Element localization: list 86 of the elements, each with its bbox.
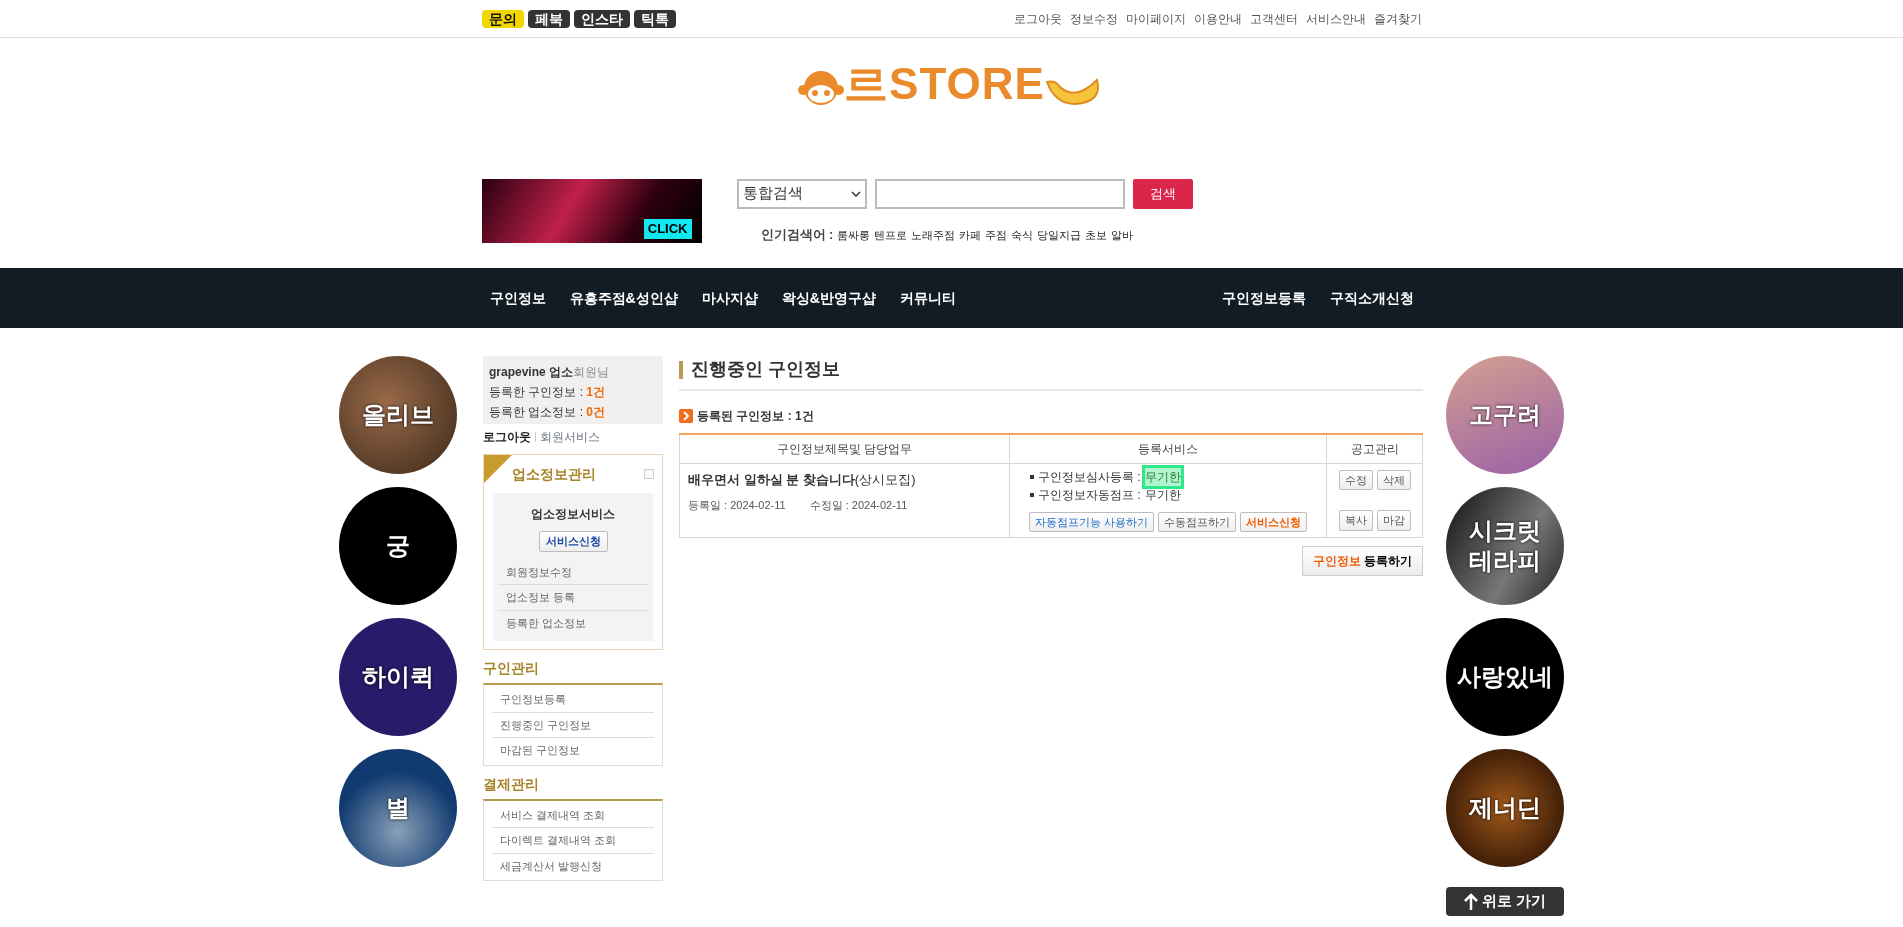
popular-term[interactable]: 주점 xyxy=(985,226,1008,243)
action-button[interactable]: 수정 xyxy=(1338,469,1373,490)
nav-link[interactable]: 왁싱&반영구샵 xyxy=(781,287,876,309)
banner-circle[interactable]: 시크릿 테라피 xyxy=(1446,487,1564,605)
arrow-up-icon xyxy=(1463,892,1478,911)
social-button[interactable]: 페북 xyxy=(527,9,570,28)
action-button[interactable]: 복사 xyxy=(1338,510,1373,531)
top-link[interactable]: 서비스안내 xyxy=(1305,9,1366,28)
panel-title: 업소정보관리 xyxy=(512,464,596,484)
popular-term[interactable]: 알바 xyxy=(1111,226,1134,243)
search-button[interactable]: 검색 xyxy=(1132,178,1193,209)
sidebar-item[interactable]: 등록한 업소정보 xyxy=(498,610,648,635)
section-title: 구인관리 xyxy=(483,659,540,678)
popular-term[interactable]: 당일지급 xyxy=(1037,226,1082,243)
service-button[interactable]: 자동점프기능 사용하기 xyxy=(1028,511,1155,532)
sidebar-item[interactable]: 업소정보 등록 xyxy=(498,585,648,611)
register-button[interactable]: 구인정보 등록하기 xyxy=(1301,545,1423,576)
toggle-icon[interactable] xyxy=(644,469,654,479)
sidebar-item[interactable]: 다이렉트 결제내역 조회 xyxy=(492,828,654,854)
popular-term[interactable]: 룸싸롱 xyxy=(837,226,871,243)
sidebar-item[interactable]: 세금계산서 발행신청 xyxy=(492,853,654,878)
top-link[interactable]: 정보수정 xyxy=(1069,9,1118,28)
banner-circle[interactable]: 하이퀵 xyxy=(339,618,457,736)
category-select[interactable]: 통합검색 xyxy=(736,178,867,209)
ad-banner[interactable]: CLICK xyxy=(481,178,702,243)
service-value: 무기한 xyxy=(1144,467,1181,486)
title-bar-icon xyxy=(679,360,683,379)
date-text: 등록일 : 2024-02-11 xyxy=(688,498,786,513)
popular-term[interactable]: 텐프로 xyxy=(874,226,908,243)
banner-circle[interactable]: 제너딘 xyxy=(1446,749,1564,867)
nav-link[interactable]: 커뮤니티 xyxy=(899,287,956,309)
member-service-link[interactable]: 회원서비스 xyxy=(540,428,600,446)
panel-subtitle: 업소정보서비스 xyxy=(530,506,616,523)
count-label: 등록된 구인정보 : 1건 xyxy=(697,408,814,425)
nav-link[interactable]: 마사지샵 xyxy=(701,287,758,309)
banner-circle[interactable]: 궁 xyxy=(339,487,457,605)
banner-circle[interactable]: 사랑있네 xyxy=(1446,618,1564,736)
sidebar-item[interactable]: 회원정보수정 xyxy=(498,559,648,585)
sidebar-item[interactable]: 서비스 결제내역 조회 xyxy=(492,802,654,828)
stat-line: 등록한 업소정보 : 0건 xyxy=(489,405,606,419)
search-field[interactable] xyxy=(874,178,1125,209)
action-button[interactable]: 마감 xyxy=(1376,510,1411,531)
nav-link[interactable]: 구인정보등록 xyxy=(1221,287,1306,309)
service-button[interactable]: 수동점프하기 xyxy=(1158,511,1237,532)
sidebar-item[interactable]: 마감된 구인정보 xyxy=(492,738,654,763)
column-header: 구인정보제목및 담당업무 xyxy=(679,434,1010,463)
nav-link[interactable]: 유흥주점&성인샵 xyxy=(569,287,678,309)
sidebar-item[interactable]: 구인정보등록 xyxy=(492,687,654,713)
logout-link[interactable]: 로그아웃 xyxy=(483,428,531,446)
column-header: 공고관리 xyxy=(1326,434,1423,463)
job-title[interactable]: 배우면서 일하실 분 찾습니다(상시모집) xyxy=(688,469,1001,489)
banner-circle[interactable]: 올리브 xyxy=(339,356,457,474)
sidebar-item[interactable]: 진행중인 구인정보 xyxy=(492,712,654,738)
back-to-top-button[interactable]: 위로 가기 xyxy=(1446,887,1564,916)
top-link[interactable]: 즐겨찾기 xyxy=(1373,9,1422,28)
nav-link[interactable]: 구직소개신청 xyxy=(1329,287,1414,309)
popular-term[interactable]: 숙식 xyxy=(1011,226,1034,243)
action-button[interactable]: 삭제 xyxy=(1376,469,1411,490)
arrow-right-icon xyxy=(679,409,693,423)
column-header: 등록서비스 xyxy=(1009,434,1327,463)
date-text: 수정일 : 2024-02-11 xyxy=(809,498,908,513)
chevron-icon xyxy=(850,190,861,197)
top-link[interactable]: 고객센터 xyxy=(1249,9,1298,28)
popular-term[interactable]: 초보 xyxy=(1085,226,1108,243)
bullet-icon xyxy=(1030,474,1034,479)
banner-circle[interactable]: 별 xyxy=(339,749,457,867)
popular-term[interactable]: 카페 xyxy=(959,226,982,243)
bullet-icon xyxy=(1030,492,1034,497)
service-label: 구인정보심사등록 : xyxy=(1038,468,1141,486)
social-button[interactable]: 틱톡 xyxy=(633,9,676,28)
service-value: 무기한 xyxy=(1144,486,1181,504)
social-button[interactable]: 인스타 xyxy=(573,9,630,28)
stat-line: 등록한 구인정보 : 1건 xyxy=(489,385,606,399)
popular-label: 인기검색어 : xyxy=(760,225,834,244)
top-link[interactable]: 마이페이지 xyxy=(1125,9,1186,28)
section-title: 결제관리 xyxy=(483,774,540,794)
nav-link[interactable]: 구인정보 xyxy=(489,287,546,309)
social-button[interactable]: 문의 xyxy=(481,9,524,28)
page-title: 진행중인 구인정보 xyxy=(691,358,840,381)
service-request-button[interactable]: 서비스신청 xyxy=(538,531,608,552)
popular-term[interactable]: 노래주점 xyxy=(911,226,956,243)
member-name: grapevine 업소회원님 xyxy=(489,365,610,379)
click-label: CLICK xyxy=(643,219,692,239)
service-label: 구인정보자동점프 : xyxy=(1038,486,1141,504)
top-link[interactable]: 로그아웃 xyxy=(1013,9,1062,28)
top-link[interactable]: 이용안내 xyxy=(1193,9,1242,28)
